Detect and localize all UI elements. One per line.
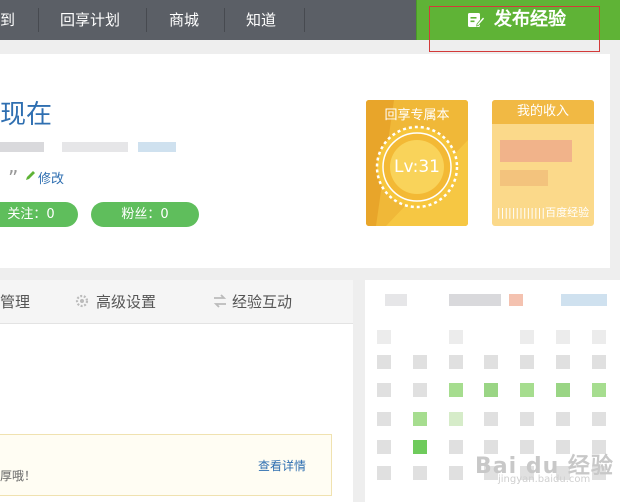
calendar-cell: [484, 412, 498, 426]
calendar-cell: [556, 412, 570, 426]
blurred-header: [385, 294, 407, 306]
highlight-box: [429, 6, 600, 52]
calendar-cell: [377, 383, 391, 397]
calendar-cell: [377, 440, 391, 454]
calendar-cell: [556, 330, 570, 344]
blurred-income: [500, 170, 548, 186]
nav-item-huixiang-plan[interactable]: 回享计划: [60, 0, 120, 40]
calendar-cell: [413, 383, 427, 397]
calendar-cell: [377, 412, 391, 426]
calendar-cell: [520, 383, 534, 397]
calendar-cell: [377, 330, 391, 344]
calendar-cell: [592, 355, 606, 369]
nav-divider: [146, 8, 147, 32]
calendar-cell: [592, 383, 606, 397]
blurred-info: [0, 142, 44, 152]
notice-text: 厚哦！: [0, 469, 37, 483]
nav-divider: [38, 8, 39, 32]
calendar-cell: [413, 466, 427, 480]
calendar-cell: [520, 330, 534, 344]
gear-icon: [75, 294, 89, 308]
quote-mark: ”: [8, 166, 19, 190]
tab-bar: 管理 高级设置 经验互动: [0, 280, 353, 324]
settings-panel: 管理 高级设置 经验互动 厚哦！ 查看详情: [0, 280, 353, 502]
tab-experience-interaction[interactable]: 经验互动: [232, 280, 292, 324]
tab-manage[interactable]: 管理: [0, 280, 30, 324]
follow-count-button[interactable]: 关注：0: [0, 202, 78, 227]
nav-item-zhidao[interactable]: 知道: [246, 0, 276, 40]
blurred-header: [509, 294, 523, 306]
view-details-link[interactable]: 查看详情: [258, 457, 306, 474]
level-text: Lv:31: [394, 157, 440, 177]
calendar-cell: [449, 440, 463, 454]
calendar-cell: [377, 466, 391, 480]
fans-count-button[interactable]: 粉丝：0: [91, 202, 199, 227]
nav-item-checkin[interactable]: 到: [0, 0, 15, 40]
exclusive-badge-card[interactable]: 回享专属本 Lv:31: [366, 100, 468, 226]
nav-divider: [304, 8, 305, 32]
calendar-cell: [592, 330, 606, 344]
blurred-header: [561, 294, 607, 306]
calendar-cell: [520, 355, 534, 369]
tab-advanced-settings[interactable]: 高级设置: [96, 280, 156, 324]
nav-divider: [224, 8, 225, 32]
calendar-cell: [377, 355, 391, 369]
blurred-income: [500, 140, 572, 162]
calendar-cell: [449, 330, 463, 344]
calendar-cell: [520, 412, 534, 426]
calendar-cell: [413, 440, 427, 454]
calendar-cell: [592, 412, 606, 426]
calendar-cell: [484, 383, 498, 397]
blurred-info: [62, 142, 128, 152]
username: 现在: [0, 100, 53, 130]
badge-title: 回享专属本: [384, 108, 450, 123]
calendar-cell: [449, 466, 463, 480]
calendar-cell: [449, 383, 463, 397]
watermark-url: jingyan.baidu.com: [498, 474, 591, 485]
notice-box: 厚哦！ 查看详情: [0, 434, 332, 496]
my-income-card[interactable]: 我的收入 |||||||||||||百度经验: [492, 100, 594, 226]
calendar-cell: [484, 355, 498, 369]
calendar-cell: [449, 355, 463, 369]
calendar-cell: [556, 383, 570, 397]
calendar-cell: [556, 355, 570, 369]
blurred-header: [449, 294, 501, 306]
edit-signature-link[interactable]: 修改: [38, 168, 64, 187]
swap-arrows-icon: [213, 294, 227, 308]
calendar-cell: [449, 412, 463, 426]
calendar-cell: [413, 412, 427, 426]
income-title: 我的收入: [492, 100, 594, 124]
calendar-cell: [413, 355, 427, 369]
income-footer: |||||||||||||百度经验: [496, 206, 590, 219]
pencil-icon: [26, 171, 35, 180]
profile-card: 现在 ” 修改 关注：0 粉丝：0 回享专属本 Lv:31 我的收入 |||||…: [0, 54, 610, 268]
blurred-info: [138, 142, 176, 152]
nav-item-mall[interactable]: 商城: [169, 0, 199, 40]
